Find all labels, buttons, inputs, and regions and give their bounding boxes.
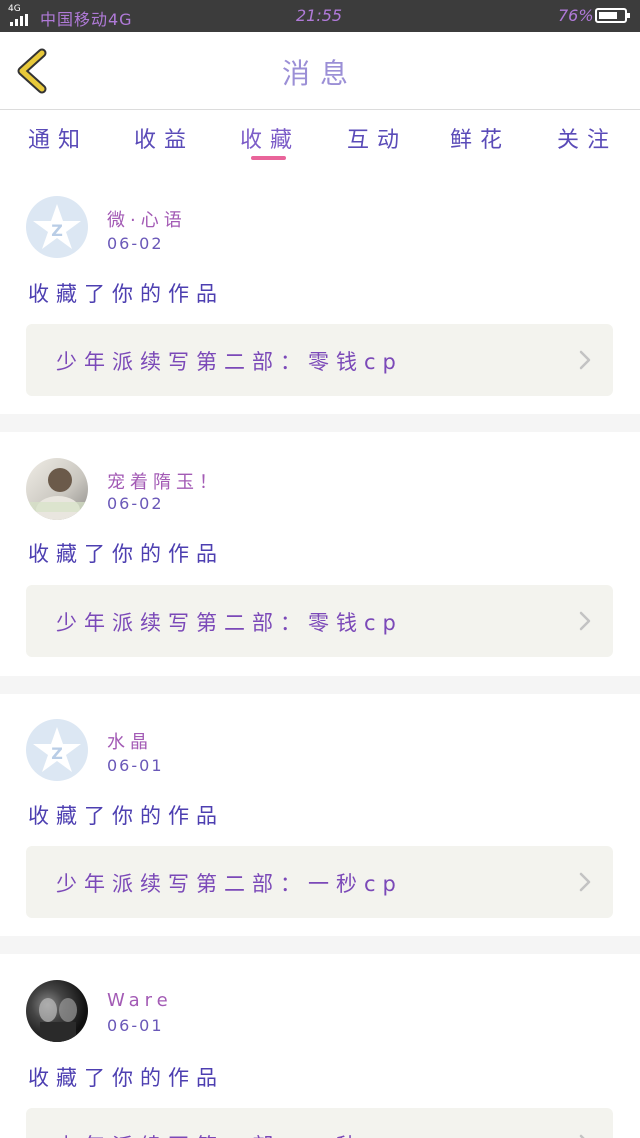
default-star-icon: Z: [33, 204, 81, 249]
clock: 21:55: [296, 6, 343, 25]
work-title: 少年派续写第二部：零钱cp: [56, 611, 403, 635]
battery-icon: [595, 8, 630, 23]
tab-favorites[interactable]: 收藏: [240, 122, 300, 154]
action-text: 收藏了你的作品: [28, 1066, 224, 1090]
tab-flowers[interactable]: 鲜花: [450, 122, 510, 154]
message-card: Ware 06-01 收藏了你的作品 少年派续写第二部：一秒cp: [0, 954, 640, 1138]
user-photo-icon: [26, 468, 88, 520]
message-card: Z 水晶 06-01 收藏了你的作品 少年派续写第二部：一秒cp: [0, 694, 640, 936]
work-link[interactable]: 少年派续写第二部：零钱cp: [26, 585, 613, 657]
work-link[interactable]: 少年派续写第二部：一秒cp: [26, 846, 613, 918]
svg-text:Z: Z: [51, 221, 63, 240]
nav-bar: 消息: [0, 32, 640, 110]
avatar[interactable]: Z: [26, 196, 88, 258]
action-text: 收藏了你的作品: [28, 282, 224, 306]
default-star-icon: Z: [33, 727, 81, 772]
action-text: 收藏了你的作品: [28, 542, 224, 566]
user-name[interactable]: 水晶: [107, 728, 153, 754]
divider: [0, 676, 640, 694]
tab-earnings[interactable]: 收益: [134, 122, 194, 154]
message-date: 06-01: [107, 756, 164, 775]
message-date: 06-02: [107, 494, 164, 513]
chevron-right-icon: [579, 611, 591, 631]
work-link[interactable]: 少年派续写第二部：一秒cp: [26, 1108, 613, 1138]
message-card: 宠着隋玉！ 06-02 收藏了你的作品 少年派续写第二部：零钱cp: [0, 432, 640, 676]
tab-follows[interactable]: 关注: [557, 122, 617, 154]
avatar[interactable]: [26, 980, 88, 1042]
user-photo-icon: [39, 998, 77, 1042]
page-title: 消息: [281, 57, 358, 90]
battery-level: [599, 12, 617, 19]
avatar[interactable]: Z: [26, 719, 88, 781]
divider: [0, 414, 640, 432]
user-name[interactable]: 微·心语: [107, 206, 187, 232]
work-title: 少年派续写第二部：零钱cp: [56, 350, 403, 374]
work-title: 少年派续写第二部：一秒cp: [56, 872, 403, 896]
message-date: 06-02: [107, 234, 164, 253]
avatar[interactable]: [26, 458, 88, 520]
work-title: 少年派续写第二部：一秒cp: [56, 1130, 403, 1138]
action-text: 收藏了你的作品: [28, 804, 224, 828]
network-type: 4G: [8, 4, 21, 14]
svg-text:Z: Z: [51, 744, 63, 763]
carrier-name: 中国移动4G: [40, 10, 133, 29]
user-name[interactable]: Ware: [107, 990, 173, 1011]
battery-percent: 76%: [558, 6, 594, 25]
divider: [0, 936, 640, 954]
active-tab-indicator: [251, 156, 286, 160]
signal-icon: [10, 14, 32, 26]
work-link[interactable]: 少年派续写第二部：零钱cp: [26, 324, 613, 396]
chevron-right-icon: [579, 872, 591, 892]
tab-notifications[interactable]: 通知: [28, 122, 88, 154]
message-date: 06-01: [107, 1016, 164, 1035]
tab-bar: 通知 收益 收藏 互动 鲜花 关注: [0, 110, 640, 166]
status-bar: 4G 中国移动4G 21:55 76%: [0, 0, 640, 32]
message-card: Z 微·心语 06-02 收藏了你的作品 少年派续写第二部：零钱cp: [0, 166, 640, 414]
chevron-right-icon: [579, 1134, 585, 1138]
chevron-right-icon: [579, 350, 591, 370]
user-name[interactable]: 宠着隋玉！: [107, 468, 222, 494]
tab-interactions[interactable]: 互动: [347, 122, 407, 154]
